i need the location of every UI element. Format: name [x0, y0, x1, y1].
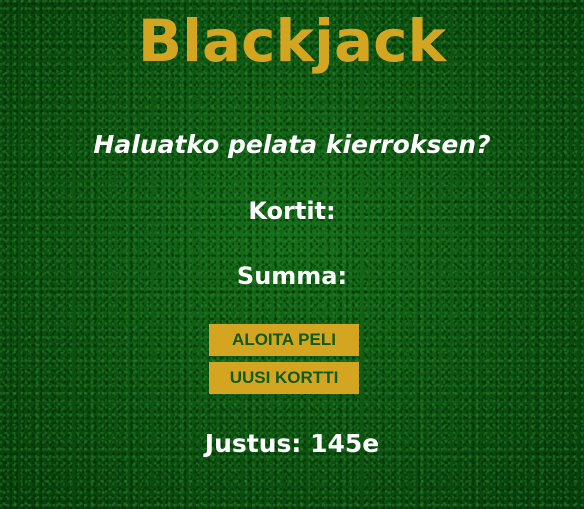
sum-label: Summa:: [236, 262, 348, 290]
start-game-button[interactable]: ALOITA PELI: [209, 324, 359, 356]
player-balance: Justus: 145e: [204, 429, 380, 458]
game-title: Blackjack: [137, 7, 447, 75]
cards-label: Kortit:: [248, 197, 336, 225]
play-round-prompt: Haluatko pelata kierroksen?: [93, 130, 491, 159]
new-card-button[interactable]: UUSI KORTTI: [209, 362, 359, 394]
